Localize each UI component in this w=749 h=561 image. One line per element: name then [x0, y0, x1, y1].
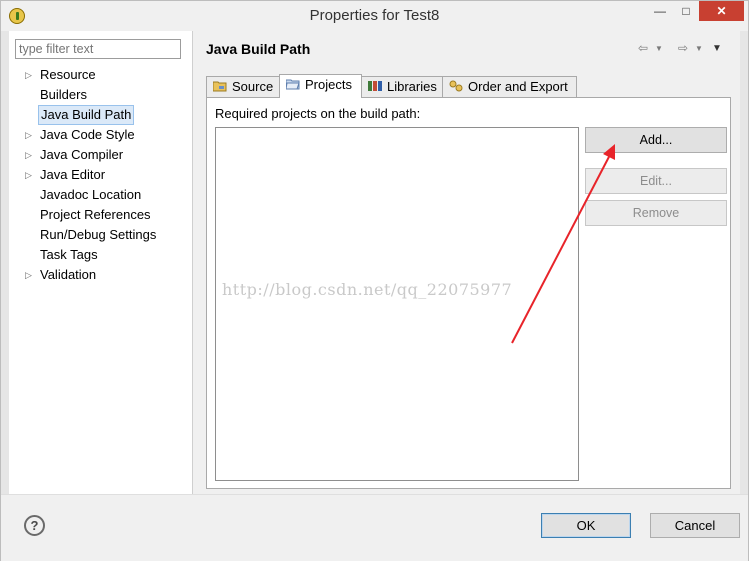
- tab-order-and-export[interactable]: Order and Export: [442, 76, 577, 97]
- sidebar-item-label: Java Compiler: [40, 147, 124, 162]
- back-menu-chevron-icon[interactable]: ▼: [655, 44, 663, 53]
- sidebar-item-java-editor[interactable]: ▷ Java Editor: [9, 165, 192, 185]
- source-folder-icon: [212, 80, 227, 92]
- expand-arrow-icon[interactable]: ▷: [25, 125, 33, 145]
- tab-label: Source: [232, 79, 274, 94]
- expand-arrow-icon[interactable]: ▷: [25, 265, 33, 285]
- sidebar-item-builders[interactable]: Builders: [9, 85, 192, 105]
- cancel-button[interactable]: Cancel: [650, 513, 740, 538]
- sidebar-item-label: Task Tags: [40, 247, 98, 262]
- sidebar-item-label: Java Build Path: [38, 105, 135, 125]
- tab-label: Libraries: [387, 79, 437, 94]
- tab-label: Order and Export: [468, 79, 568, 94]
- property-pages-sidebar: ▷ Resource Builders Java Build Path ▷ Ja…: [9, 31, 193, 494]
- tab-source[interactable]: Source: [206, 76, 280, 97]
- dialog-footer: ? OK Cancel: [1, 494, 748, 561]
- minimize-button[interactable]: —: [647, 1, 673, 21]
- sidebar-item-java-build-path[interactable]: Java Build Path: [9, 105, 192, 125]
- sidebar-item-project-references[interactable]: Project References: [9, 205, 192, 225]
- sidebar-item-java-compiler[interactable]: ▷ Java Compiler: [9, 145, 192, 165]
- sidebar-item-task-tags[interactable]: Task Tags: [9, 245, 192, 265]
- tab-libraries[interactable]: Libraries: [361, 76, 443, 97]
- sidebar-item-label: Resource: [40, 67, 96, 82]
- libraries-icon: [368, 80, 382, 92]
- sidebar-item-javadoc-location[interactable]: Javadoc Location: [9, 185, 192, 205]
- window-title: Properties for Test8: [309, 7, 440, 24]
- ok-button[interactable]: OK: [541, 513, 631, 538]
- filter-input[interactable]: [15, 39, 181, 59]
- help-icon[interactable]: ?: [24, 515, 45, 536]
- view-menu-chevron-icon[interactable]: ▼: [712, 43, 722, 54]
- sidebar-item-label: Project References: [40, 207, 151, 222]
- forward-menu-chevron-icon[interactable]: ▼: [695, 44, 703, 53]
- sidebar-item-resource[interactable]: ▷ Resource: [9, 65, 192, 85]
- maximize-button[interactable]: □: [673, 1, 699, 21]
- expand-arrow-icon[interactable]: ▷: [25, 165, 33, 185]
- watermark-text: http://blog.csdn.net/qq_22075977: [222, 280, 513, 299]
- close-button[interactable]: ✕: [699, 1, 744, 21]
- expand-arrow-icon[interactable]: ▷: [25, 65, 33, 85]
- required-projects-label: Required projects on the build path:: [215, 106, 421, 121]
- project-folder-icon: [285, 78, 300, 90]
- sidebar-item-label: Javadoc Location: [40, 187, 142, 202]
- remove-button[interactable]: Remove: [585, 200, 727, 226]
- sidebar-item-java-code-style[interactable]: ▷ Java Code Style: [9, 125, 192, 145]
- required-projects-list[interactable]: [215, 127, 579, 481]
- title-bar: Properties for Test8 — □ ✕: [1, 1, 748, 31]
- expand-arrow-icon[interactable]: ▷: [25, 145, 33, 165]
- sidebar-item-label: Validation: [40, 267, 97, 282]
- sidebar-item-validation[interactable]: ▷ Validation: [9, 265, 192, 285]
- page-title: Java Build Path: [206, 41, 311, 57]
- edit-button[interactable]: Edit...: [585, 168, 727, 194]
- tab-label: Projects: [305, 77, 352, 92]
- property-page: Java Build Path ⇦ ▼ ⇨ ▼ ▼ Source Project…: [192, 31, 740, 494]
- dialog-client-area: ▷ Resource Builders Java Build Path ▷ Ja…: [9, 31, 740, 494]
- sidebar-item-label: Builders: [40, 87, 87, 102]
- sidebar-item-run-debug-settings[interactable]: Run/Debug Settings: [9, 225, 192, 245]
- property-pages-tree: ▷ Resource Builders Java Build Path ▷ Ja…: [9, 65, 192, 285]
- order-export-icon: [449, 80, 463, 92]
- tab-projects[interactable]: Projects: [279, 74, 362, 98]
- sidebar-item-label: Java Code Style: [40, 127, 135, 142]
- forward-arrow-icon[interactable]: ⇨: [678, 41, 688, 55]
- add-button[interactable]: Add...: [585, 127, 727, 153]
- sidebar-item-label: Run/Debug Settings: [40, 227, 157, 242]
- sidebar-item-label: Java Editor: [40, 167, 106, 182]
- back-arrow-icon[interactable]: ⇦: [638, 41, 648, 55]
